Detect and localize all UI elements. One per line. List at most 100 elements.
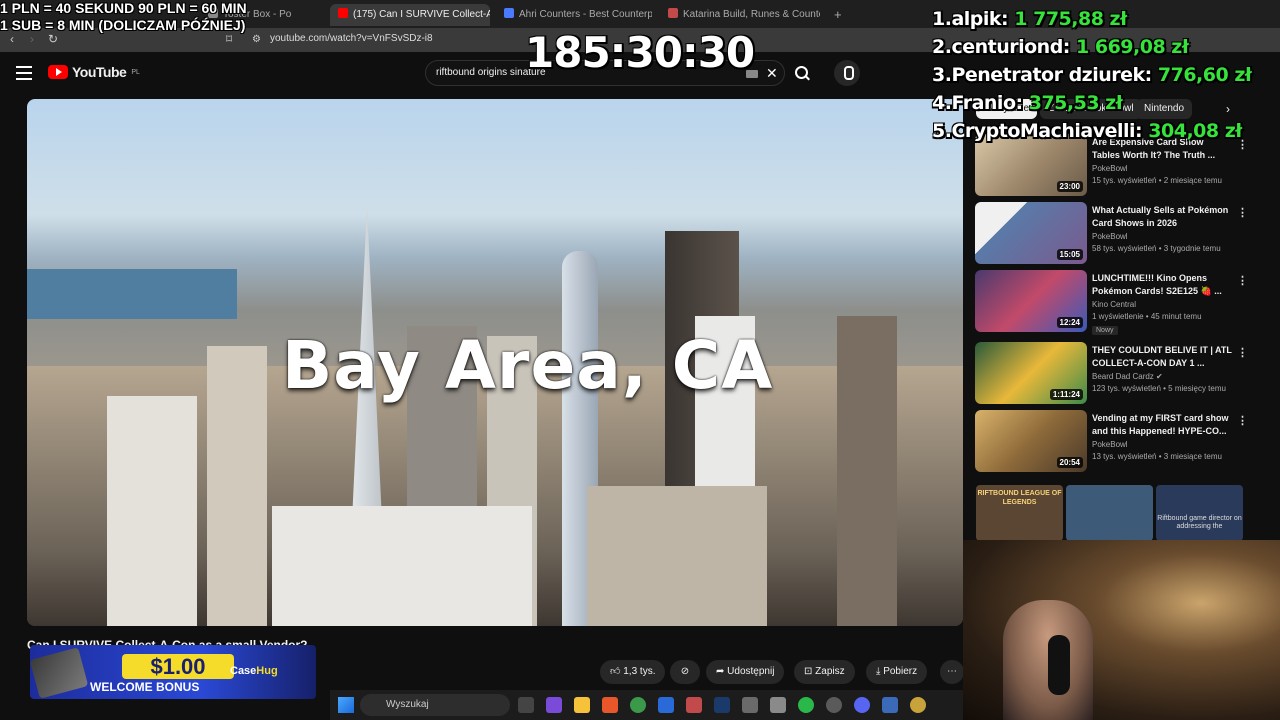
donor-name: centuriond: — [951, 36, 1070, 58]
save-icon: ⊡ — [804, 666, 816, 677]
browser-tab[interactable]: Ahri Counters - Best Counterpicks fo — [496, 4, 652, 26]
video-overlay-text: Bay Area, CA — [282, 327, 774, 404]
calculator-icon[interactable] — [770, 697, 786, 713]
building — [837, 316, 897, 626]
bookmark-icon[interactable]: ⌑ — [226, 32, 232, 46]
video-thumbnail[interactable]: 15:05 — [975, 202, 1087, 264]
video-thumbnail[interactable]: 23:00 — [975, 134, 1087, 196]
donation-amount: 1 669,08 zł — [1076, 36, 1189, 58]
video-thumbnail[interactable]: 20:54 — [975, 410, 1087, 472]
dislike-button[interactable]: ⊘ — [670, 660, 700, 684]
recommendation-title[interactable]: THEY COULDNT BELIVE IT | ATL COLLECT-A-C… — [1092, 344, 1232, 370]
share-button[interactable]: ➦ Udostępnij — [706, 660, 785, 684]
short-thumbnail[interactable] — [1066, 485, 1153, 541]
tab-favicon-icon — [504, 8, 514, 18]
download-button[interactable]: ⤓ Pobierz — [866, 660, 928, 684]
duration-badge: 1:11:24 — [1049, 389, 1083, 400]
youtube-play-icon — [48, 65, 68, 79]
new-tab-button[interactable]: + — [826, 4, 846, 26]
back-icon[interactable]: ‹ — [10, 32, 14, 46]
obs-icon[interactable] — [826, 697, 842, 713]
donation-amount: 1 775,88 zł — [1014, 8, 1127, 30]
promo-brand: CaseHug — [230, 665, 278, 677]
promo-amount: $1.00 — [122, 654, 234, 679]
duration-badge: 15:05 — [1056, 249, 1083, 260]
file-explorer-icon[interactable] — [574, 697, 590, 713]
menu-icon[interactable] — [16, 66, 32, 80]
recommendation-channel[interactable]: PokeBowl — [1092, 440, 1128, 449]
task-view-icon[interactable] — [518, 697, 534, 713]
recommendation-item[interactable]: 20:54 Vending at my FIRST card show and … — [975, 410, 1265, 472]
recommendation-item[interactable]: 1:11:24 THEY COULDNT BELIVE IT | ATL COL… — [975, 342, 1265, 404]
spotify-icon[interactable] — [798, 697, 814, 713]
rank: 4. — [932, 92, 952, 114]
recommendation-channel[interactable]: Kino Central — [1092, 300, 1136, 309]
settings-icon[interactable] — [882, 697, 898, 713]
brand-part: Hug — [256, 665, 278, 677]
video-thumbnail[interactable]: 12:24 — [975, 270, 1087, 332]
recommendation-item[interactable]: 12:24 LUNCHTIME!!! Kino Opens Pokémon Ca… — [975, 270, 1265, 335]
brand-part: Case — [230, 665, 257, 677]
rule-line: 1 SUB = 8 MIN (DOLICZAM PÓŹNIEJ) — [0, 17, 246, 33]
search-icon[interactable] — [786, 60, 816, 86]
short-thumbnail[interactable]: Riftbound game director on addressing th… — [1156, 485, 1243, 541]
new-badge: Nowy — [1092, 326, 1118, 335]
subathon-timer: 185:30:30 — [525, 28, 755, 77]
leaderboard-entry: 5.CryptoMachiavelli: 304,08 zł — [932, 120, 1242, 142]
like-count: 1,3 tys. — [623, 666, 656, 677]
copilot-icon[interactable] — [546, 697, 562, 713]
discord-icon[interactable] — [854, 697, 870, 713]
more-vertical-icon[interactable]: ⋮ — [1237, 206, 1248, 219]
recommendation-title[interactable]: What Actually Sells at Pokémon Card Show… — [1092, 204, 1232, 230]
more-vertical-icon[interactable]: ⋮ — [1237, 414, 1248, 427]
recommendation-meta: 15 tys. wyświetleń • 2 miesiące temu — [1092, 176, 1222, 185]
short-thumbnail[interactable]: RIFTBOUND LEAGUE OF LEGENDS — [976, 485, 1063, 541]
store-icon[interactable] — [658, 697, 674, 713]
more-actions-button[interactable]: ⋯ — [940, 660, 964, 684]
share-icon: ➦ — [716, 666, 728, 677]
chevron-right-icon[interactable]: › — [1218, 99, 1238, 119]
url-field[interactable]: youtube.com/watch?v=VnFSvSDz-i8 — [270, 33, 433, 44]
duration-badge: 23:00 — [1056, 181, 1083, 192]
recommendation-item[interactable]: 15:05 What Actually Sells at Pokémon Car… — [975, 202, 1265, 264]
knife-icon — [29, 647, 89, 699]
taskbar-search-placeholder: Wyszukaj — [386, 699, 429, 710]
building — [587, 486, 767, 626]
more-vertical-icon[interactable]: ⋮ — [1237, 346, 1248, 359]
donation-amount: 304,08 zł — [1148, 120, 1242, 142]
clear-search-icon[interactable]: ✕ — [766, 65, 778, 82]
site-info-icon[interactable]: ⚙ — [252, 34, 261, 45]
microphone-icon[interactable] — [834, 60, 860, 86]
recommendation-item[interactable]: 23:00 Are Expensive Card Show Tables Wor… — [975, 134, 1265, 196]
reload-icon[interactable]: ↻ — [48, 32, 58, 46]
like-button[interactable]: 👍︎ 1,3 tys. — [600, 660, 666, 684]
recommendation-title[interactable]: Vending at my FIRST card show and this H… — [1092, 412, 1232, 438]
recommendation-channel[interactable]: PokeBowl — [1092, 232, 1128, 241]
tab-favicon-icon — [668, 8, 678, 18]
video-thumbnail[interactable]: 1:11:24 — [975, 342, 1087, 404]
youtube-logo[interactable]: YouTube PL — [48, 64, 140, 80]
more-vertical-icon[interactable]: ⋮ — [1237, 274, 1248, 287]
save-button[interactable]: ⊡ Zapisz — [794, 660, 855, 684]
brave-icon[interactable] — [602, 697, 618, 713]
taskbar-search[interactable]: Wyszukaj — [360, 694, 510, 716]
video-player[interactable]: Bay Area, CA — [27, 99, 963, 626]
promo-banner: $1.00 WELCOME BONUS CaseHug — [29, 645, 316, 699]
windows-start-icon[interactable] — [338, 697, 354, 713]
rank: 5. — [932, 120, 952, 142]
chrome-icon[interactable] — [630, 697, 646, 713]
windows-taskbar: Wyszukaj — [330, 690, 963, 720]
rule-line: 1 PLN = 40 SEKUND 90 PLN = 60 MIN — [0, 0, 247, 16]
app-icon[interactable] — [686, 697, 702, 713]
chip-nintendo[interactable]: Nintendo — [1136, 99, 1193, 119]
browser-tab[interactable]: Katarina Build, Runes & Counters Gu — [660, 4, 820, 26]
forward-icon[interactable]: › — [30, 32, 34, 46]
browser-tab-active[interactable]: (175) Can I SURVIVE Collect-A × — [330, 4, 490, 26]
donation-rules: 1 PLN = 40 SEKUND 90 PLN = 60 MIN 1 SUB … — [0, 0, 247, 34]
app-icon[interactable] — [742, 697, 758, 713]
recommendation-title[interactable]: LUNCHTIME!!! Kino Opens Pokémon Cards! S… — [1092, 272, 1232, 298]
recommendation-channel[interactable]: PokeBowl — [1092, 164, 1128, 173]
steam-icon[interactable] — [714, 697, 730, 713]
recommendation-channel[interactable]: Beard Dad Cardz ✔ — [1092, 372, 1163, 381]
league-icon[interactable] — [910, 697, 926, 713]
